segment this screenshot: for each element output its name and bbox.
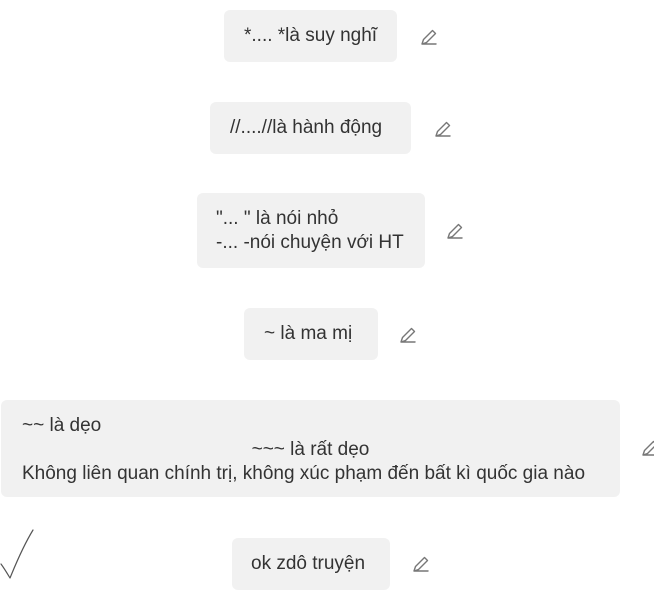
message-text-line-2: ~~~ là rất dẹo <box>251 439 370 460</box>
message-bubble-6[interactable]: ok zdô truyện <box>232 538 390 590</box>
message-bubble-5[interactable]: ~~ là dẹo ~~~ là rất dẹo Không liên quan… <box>1 400 620 497</box>
message-bubble-1[interactable]: *.... *là suy nghĩ <box>224 10 397 62</box>
message-bubble-4[interactable]: ~ là ma mị <box>244 308 378 360</box>
message-text-line-1: "... " là nói nhỏ <box>216 208 339 229</box>
message-text-line-2: -... -nói chuyện với HT <box>216 232 404 253</box>
pencil-icon[interactable] <box>445 221 465 241</box>
message-text: ~ là ma mị <box>264 323 353 344</box>
pencil-icon[interactable] <box>398 325 418 345</box>
pencil-icon[interactable] <box>419 27 439 47</box>
message-bubble-2[interactable]: //....//là hành động <box>210 102 411 154</box>
message-text-line-1: ~~ là dẹo <box>22 415 102 436</box>
pencil-icon[interactable] <box>411 554 431 574</box>
message-text: //....//là hành động <box>230 117 383 138</box>
message-text-line-3: Không liên quan chính trị, không xúc phạ… <box>22 463 586 484</box>
pencil-icon[interactable] <box>433 119 453 139</box>
message-text: *.... *là suy nghĩ <box>244 25 378 46</box>
pencil-icon[interactable] <box>640 438 654 458</box>
message-bubble-3[interactable]: "... " là nói nhỏ -... -nói chuyện với H… <box>197 193 425 268</box>
checkmark-icon <box>0 528 40 582</box>
message-text: ok zdô truyện <box>251 553 366 574</box>
